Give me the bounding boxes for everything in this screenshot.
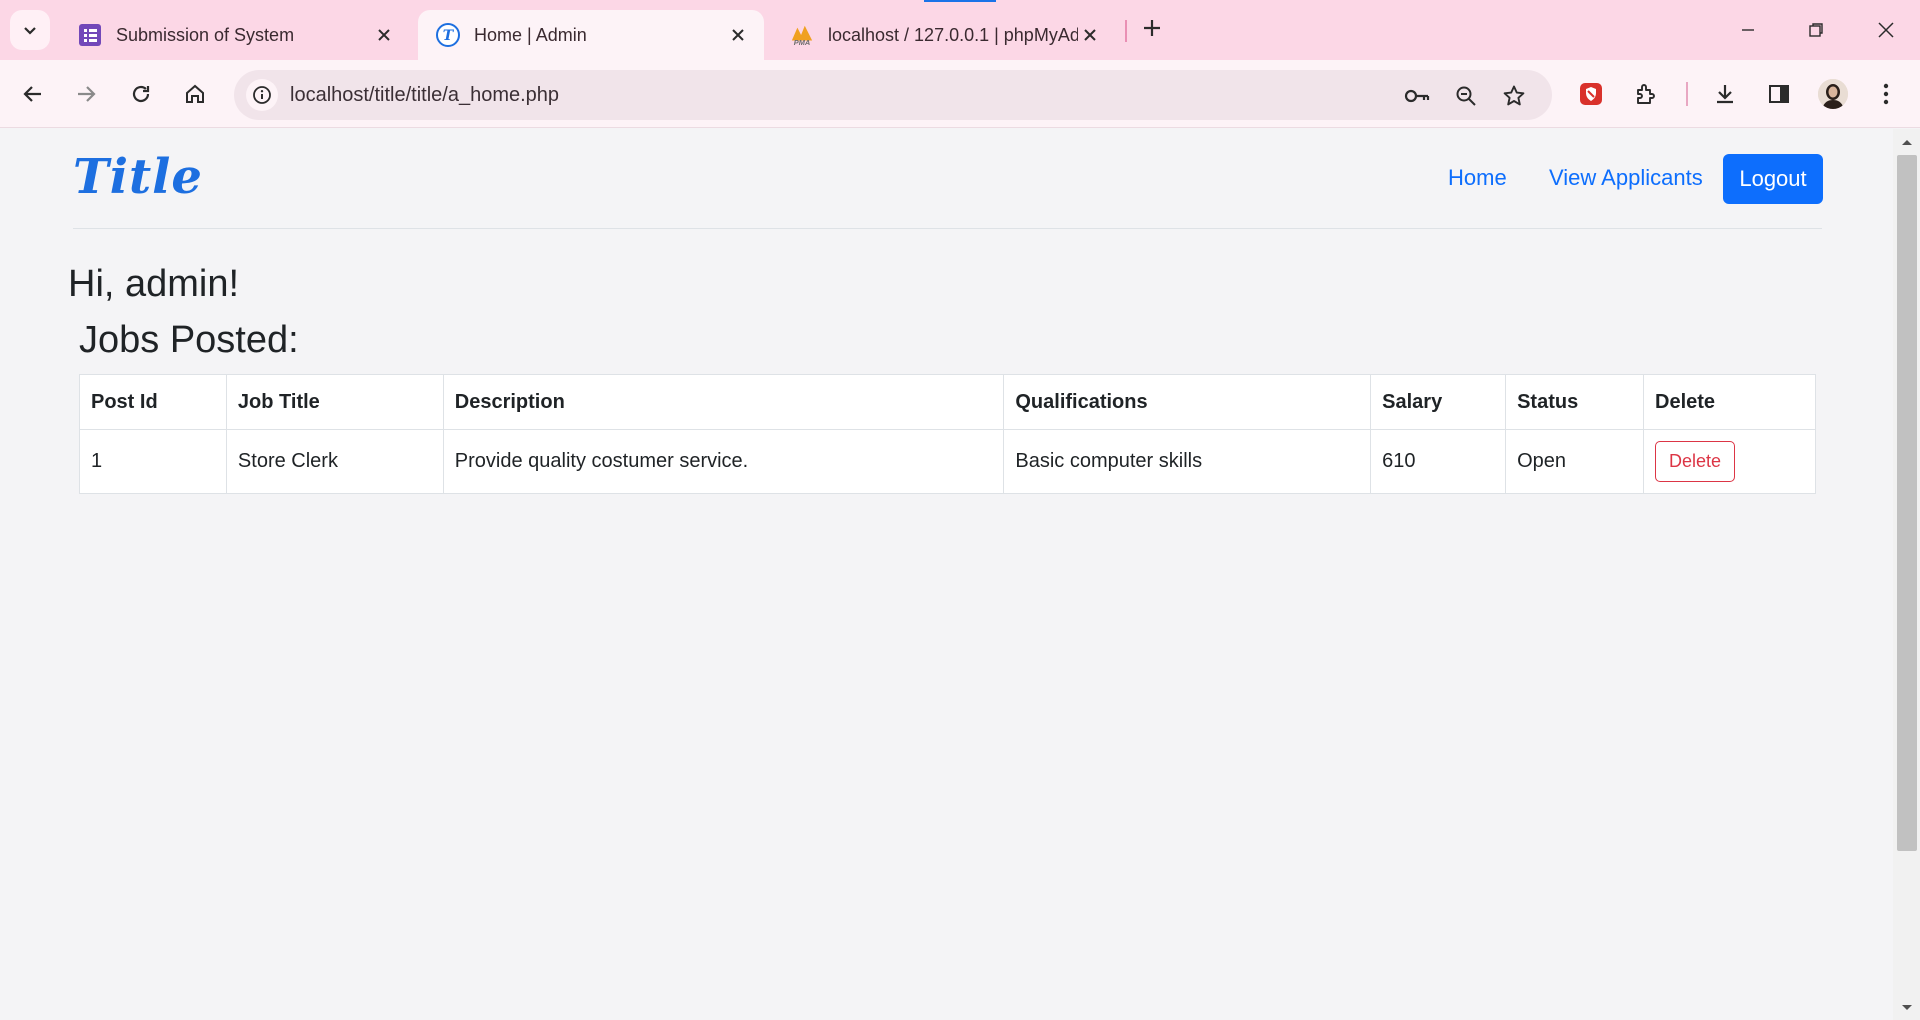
cell-post-id: 1 [79, 429, 227, 494]
url-text: localhost/title/title/a_home.php [290, 84, 560, 106]
tab-search-button[interactable] [10, 10, 50, 50]
cell-status: Open [1505, 429, 1645, 494]
home-button[interactable] [175, 74, 215, 114]
info-icon [253, 86, 271, 104]
back-button[interactable] [13, 74, 53, 114]
cell-delete: Delete [1643, 429, 1816, 494]
nav-link-view-applicants[interactable]: View Applicants [1549, 165, 1703, 191]
cell-description: Provide quality costumer service. [442, 429, 1005, 494]
browser-menu-button[interactable] [1866, 74, 1906, 114]
zoom-icon[interactable] [1453, 83, 1479, 109]
cell-salary: 610 [1370, 429, 1507, 494]
title-site-icon: T [436, 23, 460, 47]
side-panel-button[interactable] [1759, 74, 1799, 114]
close-tab-icon[interactable] [1078, 23, 1102, 47]
tab-home-admin[interactable]: T Home | Admin [418, 10, 764, 60]
downloads-button[interactable] [1705, 74, 1745, 114]
new-tab-button[interactable] [1136, 12, 1168, 44]
column-header-delete: Delete [1643, 374, 1816, 430]
profile-button[interactable] [1813, 74, 1853, 114]
bookmark-star-icon[interactable] [1501, 83, 1527, 109]
table-row: 1 Store Clerk Provide quality costumer s… [79, 429, 1816, 494]
home-icon [186, 84, 204, 103]
tab-title: Submission of System [116, 24, 295, 45]
chevron-down-icon [24, 27, 36, 35]
puzzle-icon [1637, 84, 1655, 104]
site-navbar: Title Home View Applicants Logout [73, 129, 1823, 229]
restore-button[interactable] [1792, 10, 1840, 50]
password-key-icon[interactable] [1404, 83, 1430, 109]
browser-toolbar: localhost/title/title/a_home.php [0, 60, 1920, 128]
table-header-row: Post Id Job Title Description Qualificat… [79, 374, 1816, 430]
forward-button[interactable] [66, 74, 106, 114]
site-info-button[interactable] [246, 79, 278, 111]
column-header-salary: Salary [1370, 374, 1507, 430]
svg-text:T: T [443, 28, 455, 44]
close-tab-icon[interactable] [372, 23, 396, 47]
toolbar-separator [1686, 82, 1688, 106]
page-scrollbar[interactable] [1893, 129, 1920, 1020]
reload-icon [132, 85, 150, 103]
tab-loading-indicator [924, 0, 996, 2]
scroll-up-arrow-icon[interactable] [1900, 135, 1914, 149]
close-tab-icon[interactable] [726, 23, 750, 47]
column-header-description: Description [442, 374, 1005, 430]
extension-shield-button[interactable] [1571, 74, 1611, 114]
column-header-status: Status [1505, 374, 1645, 430]
forms-icon [78, 23, 102, 47]
jobs-table: Post Id Job Title Description Qualificat… [79, 374, 1816, 494]
column-header-post-id: Post Id [79, 374, 227, 430]
page-content: Title Home View Applicants Logout Hi, ad… [0, 129, 1893, 1020]
arrow-right-icon [78, 86, 96, 102]
tab-phpmyadmin[interactable]: PMA localhost / 127.0.0.1 | phpMyAd [772, 10, 1116, 60]
minimize-icon [1742, 29, 1754, 31]
tab-title: localhost / 127.0.0.1 | phpMyAd [828, 24, 1078, 45]
logout-button[interactable]: Logout [1723, 154, 1823, 204]
side-panel-icon [1769, 85, 1789, 103]
phpmyadmin-icon: PMA [790, 23, 814, 47]
scroll-down-arrow-icon[interactable] [1900, 1001, 1914, 1015]
nav-link-home[interactable]: Home [1448, 165, 1507, 191]
close-window-button[interactable] [1862, 10, 1910, 50]
brand-logo[interactable]: Title [73, 149, 203, 205]
arrow-left-icon [23, 86, 41, 102]
greeting-heading: Hi, admin! [68, 263, 240, 305]
tab-title: Home | Admin [474, 24, 587, 45]
tab-strip: Submission of System T Home | Admin PMA … [0, 0, 1920, 60]
jobs-posted-heading: Jobs Posted: [79, 319, 299, 361]
address-bar[interactable]: localhost/title/title/a_home.php [234, 70, 1552, 120]
tab-submission-of-system[interactable]: Submission of System [60, 10, 410, 60]
column-header-job-title: Job Title [225, 374, 444, 430]
cell-qualifications: Basic computer skills [1003, 429, 1372, 494]
download-icon [1717, 85, 1733, 104]
minimize-button[interactable] [1724, 10, 1772, 50]
reload-button[interactable] [121, 74, 161, 114]
column-header-qualifications: Qualifications [1003, 374, 1372, 430]
delete-button[interactable]: Delete [1655, 441, 1736, 482]
shield-extension-icon [1580, 83, 1602, 105]
plus-icon [1144, 20, 1160, 36]
restore-icon [1809, 23, 1823, 37]
scrollbar-thumb[interactable] [1897, 155, 1917, 851]
extensions-button[interactable] [1626, 74, 1666, 114]
cell-job-title: Store Clerk [225, 429, 444, 494]
svg-text:PMA: PMA [794, 38, 810, 47]
close-icon [1878, 22, 1894, 38]
avatar [1818, 79, 1848, 109]
kebab-menu-icon [1883, 83, 1889, 105]
tab-separator [1125, 20, 1127, 42]
